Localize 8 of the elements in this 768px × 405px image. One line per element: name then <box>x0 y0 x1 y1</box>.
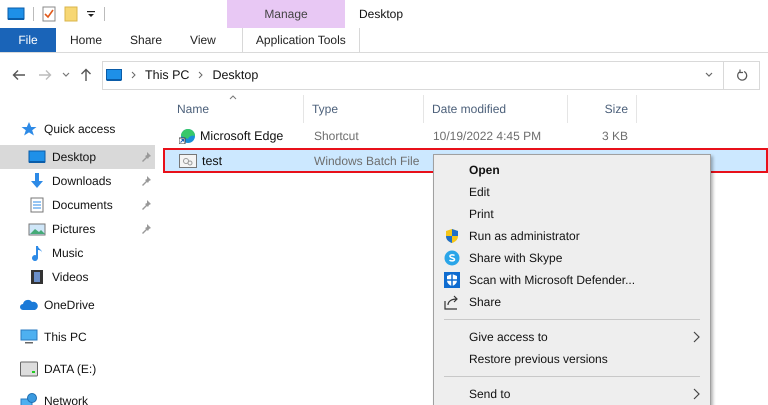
table-cell: 3 KB <box>602 128 628 142</box>
file-name: test <box>202 154 222 168</box>
manage-group-label: Manage <box>227 0 345 28</box>
window-title: Desktop <box>359 7 404 21</box>
table-cell-text: Windows Batch File <box>313 152 420 170</box>
table-cell-text: Shortcut <box>313 128 360 144</box>
file-name: Microsoft Edge <box>200 128 284 142</box>
table-cell: 10/19/2022 4:45 PM <box>433 128 542 142</box>
